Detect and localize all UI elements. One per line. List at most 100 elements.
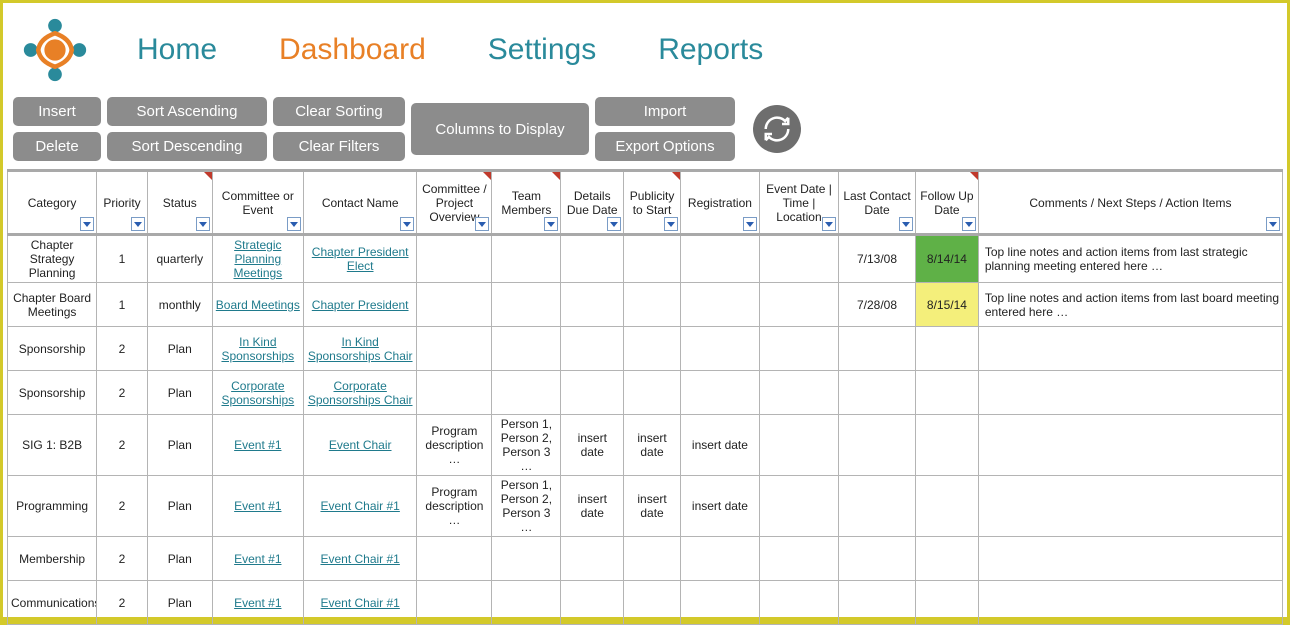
cell-link[interactable]: Chapter President Elect — [312, 245, 409, 273]
column-filter-dropdown[interactable] — [475, 217, 489, 231]
column-filter-dropdown[interactable] — [1266, 217, 1280, 231]
column-label: Publicity to Start — [630, 189, 675, 217]
cell-link[interactable]: Event #1 — [234, 552, 281, 566]
cell-contact[interactable]: In Kind Sponsorships Chair — [303, 327, 417, 371]
cell-link[interactable]: Event Chair — [329, 438, 392, 452]
cell-committee[interactable]: Event #1 — [212, 476, 303, 537]
cell-link[interactable]: Board Meetings — [216, 298, 300, 312]
nav-reports[interactable]: Reports — [658, 33, 763, 67]
cell-registration: insert date — [680, 476, 759, 537]
cell-event — [759, 476, 838, 537]
cell-link[interactable]: Event #1 — [234, 596, 281, 610]
cell-committee[interactable]: Strategic Planning Meetings — [212, 235, 303, 283]
column-label: Team Members — [501, 189, 551, 217]
column-header: Publicity to Start — [624, 171, 681, 235]
column-filter-dropdown[interactable] — [822, 217, 836, 231]
nav-dashboard[interactable]: Dashboard — [279, 33, 426, 67]
cell-link[interactable]: In Kind Sponsorships Chair — [308, 335, 413, 363]
cell-contact[interactable]: Event Chair — [303, 415, 417, 476]
cell-committee[interactable]: Event #1 — [212, 415, 303, 476]
table-row[interactable]: Sponsorship2PlanIn Kind SponsorshipsIn K… — [8, 327, 1283, 371]
sort-ascending-button[interactable]: Sort Ascending — [107, 97, 267, 126]
cell-link[interactable]: Corporate Sponsorships — [221, 379, 294, 407]
cell-event — [759, 371, 838, 415]
cell-last-contact — [839, 581, 916, 625]
table-row[interactable]: Sponsorship2PlanCorporate SponsorshipsCo… — [8, 371, 1283, 415]
table-row[interactable]: Membership2PlanEvent #1Event Chair #1 — [8, 537, 1283, 581]
cell-contact[interactable]: Chapter President — [303, 283, 417, 327]
cell-committee[interactable]: Event #1 — [212, 581, 303, 625]
insert-button[interactable]: Insert — [13, 97, 101, 126]
column-filter-dropdown[interactable] — [664, 217, 678, 231]
column-header: Committee / Project Overview — [417, 171, 492, 235]
cell-link[interactable]: In Kind Sponsorships — [221, 335, 294, 363]
cell-category: Membership — [8, 537, 97, 581]
column-filter-dropdown[interactable] — [196, 217, 210, 231]
cell-due-date — [561, 371, 624, 415]
column-filter-dropdown[interactable] — [80, 217, 94, 231]
cell-contact[interactable]: Event Chair #1 — [303, 476, 417, 537]
cell-registration — [680, 283, 759, 327]
cell-committee[interactable]: Event #1 — [212, 537, 303, 581]
import-button[interactable]: Import — [595, 97, 735, 126]
column-filter-dropdown[interactable] — [962, 217, 976, 231]
cell-contact[interactable]: Chapter President Elect — [303, 235, 417, 283]
column-filter-dropdown[interactable] — [287, 217, 301, 231]
table-row[interactable]: Communications2PlanEvent #1Event Chair #… — [8, 581, 1283, 625]
column-filter-dropdown[interactable] — [743, 217, 757, 231]
cell-link[interactable]: Chapter President — [312, 298, 409, 312]
cell-publicity — [624, 371, 681, 415]
cell-due-date — [561, 283, 624, 327]
cell-contact[interactable]: Event Chair #1 — [303, 581, 417, 625]
column-filter-dropdown[interactable] — [544, 217, 558, 231]
cell-category: Sponsorship — [8, 371, 97, 415]
cell-link[interactable]: Event Chair #1 — [320, 596, 399, 610]
export-options-button[interactable]: Export Options — [595, 132, 735, 161]
cell-publicity — [624, 327, 681, 371]
nav-settings[interactable]: Settings — [488, 33, 596, 67]
app-window: Home Dashboard Settings Reports Insert D… — [3, 3, 1287, 617]
cell-category: Chapter Board Meetings — [8, 283, 97, 327]
cell-link[interactable]: Strategic Planning Meetings — [233, 238, 282, 280]
cell-link[interactable]: Event Chair #1 — [320, 552, 399, 566]
table-row[interactable]: SIG 1: B2B2PlanEvent #1Event Chair Progr… — [8, 415, 1283, 476]
column-filter-dropdown[interactable] — [607, 217, 621, 231]
columns-to-display-button[interactable]: Columns to Display — [411, 103, 589, 155]
cell-registration — [680, 371, 759, 415]
cell-link[interactable]: Event #1 — [234, 499, 281, 513]
sync-icon[interactable] — [753, 105, 801, 153]
cell-comments — [978, 371, 1282, 415]
column-header: Event Date | Time | Location — [759, 171, 838, 235]
clear-filters-button[interactable]: Clear Filters — [273, 132, 405, 161]
cell-team — [492, 327, 561, 371]
column-filter-dropdown[interactable] — [400, 217, 414, 231]
column-filter-dropdown[interactable] — [899, 217, 913, 231]
cell-team: Person 1, Person 2, Person 3 … — [492, 415, 561, 476]
cell-last-contact — [839, 415, 916, 476]
cell-priority: 2 — [97, 415, 148, 476]
sort-descending-button[interactable]: Sort Descending — [107, 132, 267, 161]
cell-contact[interactable]: Event Chair #1 — [303, 537, 417, 581]
cell-committee[interactable]: Board Meetings — [212, 283, 303, 327]
column-label: Status — [163, 196, 197, 210]
note-indicator-icon — [483, 172, 491, 180]
cell-link[interactable]: Event #1 — [234, 438, 281, 452]
cell-comments: Top line notes and action items from las… — [978, 235, 1282, 283]
nav-home[interactable]: Home — [137, 33, 217, 67]
column-label: Follow Up Date — [920, 189, 973, 217]
table-row[interactable]: Chapter Strategy Planning1quarterlyStrat… — [8, 235, 1283, 283]
cell-contact[interactable]: Corporate Sponsorships Chair — [303, 371, 417, 415]
cell-link[interactable]: Event Chair #1 — [320, 499, 399, 513]
cell-link[interactable]: Corporate Sponsorships Chair — [308, 379, 413, 407]
table-row[interactable]: Programming2PlanEvent #1Event Chair #1Pr… — [8, 476, 1283, 537]
cell-committee[interactable]: In Kind Sponsorships — [212, 327, 303, 371]
clear-sorting-button[interactable]: Clear Sorting — [273, 97, 405, 126]
cell-team — [492, 235, 561, 283]
delete-button[interactable]: Delete — [13, 132, 101, 161]
table-row[interactable]: Chapter Board Meetings1monthlyBoard Meet… — [8, 283, 1283, 327]
cell-committee[interactable]: Corporate Sponsorships — [212, 371, 303, 415]
cell-due-date — [561, 235, 624, 283]
cell-priority: 2 — [97, 327, 148, 371]
cell-team: Person 1, Person 2, Person 3 … — [492, 476, 561, 537]
column-filter-dropdown[interactable] — [131, 217, 145, 231]
